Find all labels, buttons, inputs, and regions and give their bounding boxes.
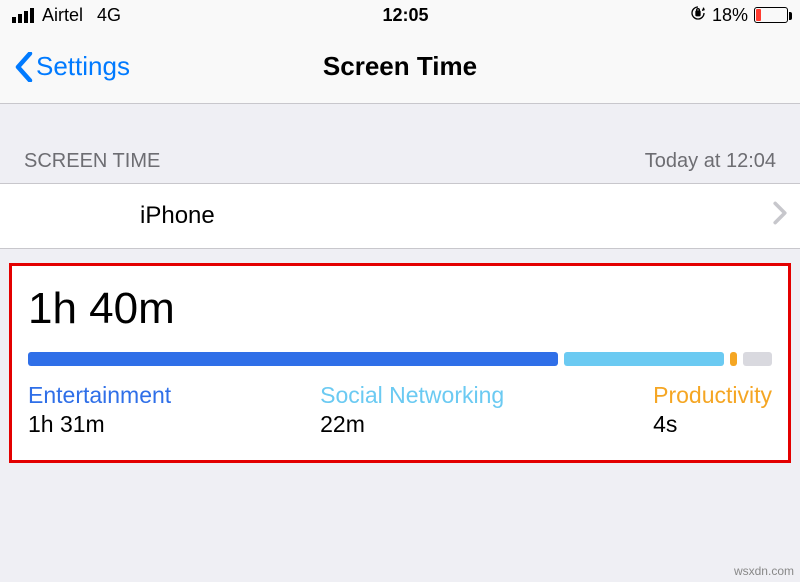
back-button[interactable]: Settings xyxy=(14,51,130,82)
category-value: 1h 31m xyxy=(28,411,171,438)
carrier-label: Airtel xyxy=(42,5,83,26)
category-entertainment: Entertainment 1h 31m xyxy=(28,382,171,438)
section-header: SCREEN TIME Today at 12:04 xyxy=(0,104,800,183)
rotation-lock-icon xyxy=(690,5,706,26)
bar-segment-remainder xyxy=(743,352,772,366)
bar-segment-productivity xyxy=(730,352,737,366)
total-time: 1h 40m xyxy=(28,284,772,334)
category-productivity: Productivity 4s xyxy=(653,382,772,438)
usage-bar xyxy=(28,352,772,366)
bar-segment-social xyxy=(564,352,724,366)
status-left: Airtel 4G xyxy=(12,5,121,26)
chevron-right-icon xyxy=(772,201,788,232)
nav-bar: Settings Screen Time xyxy=(0,30,800,104)
category-label: Social Networking xyxy=(320,382,504,409)
category-social: Social Networking 22m xyxy=(320,382,504,438)
section-label: SCREEN TIME xyxy=(24,150,160,173)
back-label: Settings xyxy=(36,51,130,82)
network-label: 4G xyxy=(97,5,121,26)
battery-percent-label: 18% xyxy=(712,5,748,26)
battery-icon xyxy=(754,7,788,23)
category-list: Entertainment 1h 31m Social Networking 2… xyxy=(28,382,772,438)
category-label: Entertainment xyxy=(28,382,171,409)
clock-label: 12:05 xyxy=(382,5,428,26)
signal-icon xyxy=(12,8,34,23)
category-value: 4s xyxy=(653,411,772,438)
battery-fill xyxy=(756,9,761,21)
category-label: Productivity xyxy=(653,382,772,409)
section-timestamp: Today at 12:04 xyxy=(645,150,776,173)
screen-time-summary: 1h 40m Entertainment 1h 31m Social Netwo… xyxy=(9,263,791,463)
category-value: 22m xyxy=(320,411,504,438)
watermark: wsxdn.com xyxy=(734,564,794,578)
device-name: iPhone xyxy=(140,202,215,230)
bar-segment-entertainment xyxy=(28,352,558,366)
chevron-left-icon xyxy=(14,52,34,82)
status-bar: Airtel 4G 12:05 18% xyxy=(0,0,800,30)
status-right: 18% xyxy=(690,5,788,26)
device-row[interactable]: iPhone xyxy=(0,183,800,249)
